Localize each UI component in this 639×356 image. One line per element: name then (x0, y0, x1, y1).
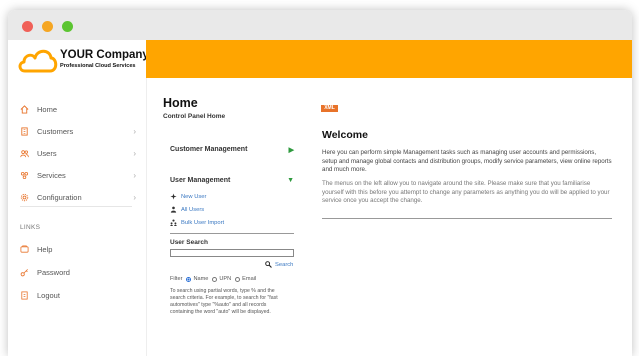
chevron-right-icon: › (133, 170, 136, 180)
expand-arrow-icon: ▶ (288, 147, 294, 154)
sidebar: Home Customers › Users › Services › Conf… (8, 78, 147, 356)
main-content: Home Control Panel Home Customer Managem… (163, 78, 632, 356)
welcome-paragraph: The menus on the left allow you to navig… (322, 180, 610, 204)
sidebar-item-customers[interactable]: Customers › (20, 124, 138, 138)
sidebar-item-label: Users (37, 148, 57, 158)
close-window-button[interactable] (22, 21, 33, 32)
xml-badge[interactable]: XML (321, 105, 338, 112)
page-title: Home (163, 96, 198, 110)
help-icon (20, 244, 29, 253)
links-heading: LINKS (20, 224, 41, 231)
sidebar-item-label: Home (37, 104, 58, 114)
home-icon (20, 104, 29, 114)
search-label: Search (275, 261, 294, 268)
company-name: YOUR Company (60, 49, 149, 61)
bulk-import-icon (170, 219, 177, 226)
link-label: Bulk User Import (181, 219, 225, 226)
new-user-link[interactable]: New User (170, 193, 206, 200)
filter-label: Filter (170, 276, 183, 282)
search-filter-group: Filter Name UPN Email (170, 276, 256, 282)
search-icon (265, 261, 272, 268)
filter-radio-email[interactable] (235, 276, 241, 282)
cloud-logo-icon (18, 49, 58, 73)
welcome-title: Welcome (322, 129, 368, 141)
chevron-right-icon: › (133, 148, 136, 158)
user-search-label: User Search (170, 239, 208, 246)
filter-radio-upn[interactable] (212, 276, 218, 282)
all-users-link[interactable]: All Users (170, 206, 204, 213)
filter-option-label: Email (242, 276, 257, 282)
logout-icon (21, 290, 28, 300)
company-tagline: Professional Cloud Services (60, 63, 136, 69)
sidebar-item-label: Customers (37, 126, 74, 136)
browser-window: YOUR Company Professional Cloud Services… (8, 10, 632, 356)
users-icon (20, 149, 29, 157)
header-bar (146, 40, 632, 78)
user-management-toggle[interactable]: User Management ▼ (170, 177, 294, 184)
sidebar-item-configuration[interactable]: Configuration › (20, 190, 138, 204)
link-label: All Users (181, 206, 205, 213)
minimize-window-button[interactable] (42, 21, 53, 32)
sidebar-item-home[interactable]: Home (20, 102, 138, 116)
new-user-icon (170, 193, 177, 200)
sidebar-item-label: Configuration (37, 192, 82, 202)
sidebar-item-users[interactable]: Users › (20, 146, 138, 160)
services-icon (20, 171, 29, 179)
chevron-right-icon: › (133, 126, 136, 136)
sidebar-link-help[interactable]: Help (20, 242, 138, 256)
sidebar-item-label: Services (37, 170, 66, 180)
sidebar-link-password[interactable]: Password (20, 265, 138, 279)
collapse-arrow-icon: ▼ (287, 177, 294, 184)
sidebar-link-label: Help (37, 244, 53, 254)
filter-radio-name[interactable] (186, 276, 192, 282)
search-help-text: To search using partial words, type % an… (170, 288, 278, 315)
section-divider (170, 233, 294, 234)
customer-management-toggle[interactable]: Customer Management ▶ (170, 146, 294, 154)
sidebar-link-label: Logout (37, 290, 60, 300)
welcome-divider (322, 218, 612, 219)
building-icon (21, 126, 28, 136)
all-users-icon (170, 206, 177, 213)
company-logo[interactable]: YOUR Company Professional Cloud Services (8, 40, 149, 78)
key-icon (20, 268, 28, 276)
user-search-input[interactable] (170, 249, 294, 257)
sidebar-link-logout[interactable]: Logout (20, 288, 138, 302)
page-subtitle: Control Panel Home (163, 113, 226, 120)
gear-icon (20, 193, 29, 201)
section-label: User Management (170, 177, 231, 184)
filter-option-label: Name (193, 276, 209, 282)
chevron-right-icon: › (133, 192, 136, 202)
welcome-paragraph: Here you can perform simple Management t… (322, 149, 612, 173)
bulk-user-import-link[interactable]: Bulk User Import (170, 219, 224, 226)
window-titlebar (8, 10, 632, 40)
sidebar-link-label: Password (37, 267, 70, 277)
link-label: New User (181, 193, 207, 200)
sidebar-item-services[interactable]: Services › (20, 168, 138, 182)
section-label: Customer Management (170, 146, 248, 153)
maximize-window-button[interactable] (62, 21, 73, 32)
sidebar-divider (20, 206, 132, 207)
filter-option-label: UPN (219, 276, 232, 282)
search-button[interactable]: Search (265, 261, 293, 268)
